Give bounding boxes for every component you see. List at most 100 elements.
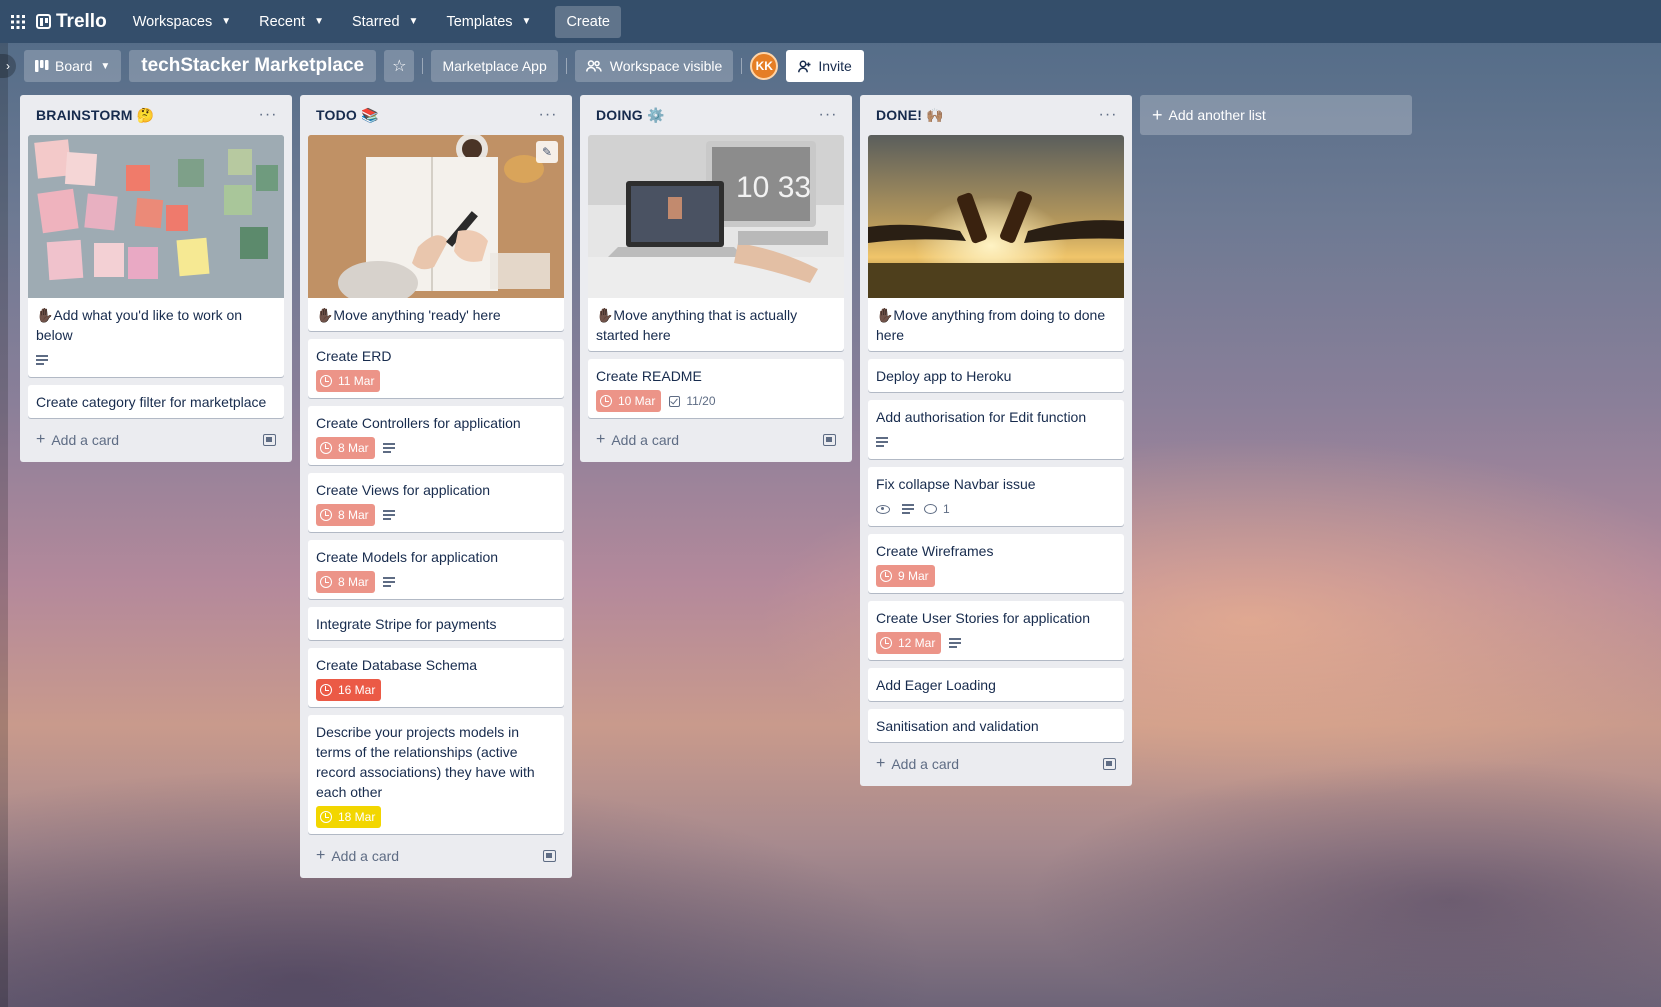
description-icon	[949, 638, 962, 648]
card-cover-notebook: ✎	[308, 135, 564, 298]
card[interactable]: Create Controllers for application 8 Mar	[308, 406, 564, 465]
header-divider	[741, 58, 743, 74]
due-date-badge[interactable]: 8 Mar	[316, 437, 375, 459]
visibility-button[interactable]: Workspace visible	[574, 50, 734, 82]
board-view-switcher[interactable]: Board ▼	[24, 50, 122, 82]
list-todo[interactable]: TODO 📚 ··· ✎ ✋🏿Move anything 'ready' her…	[300, 95, 572, 878]
add-list-button[interactable]: + Add another list	[1140, 95, 1412, 135]
card-badges: 10 Mar 11/20	[596, 390, 836, 412]
card[interactable]: Fix collapse Navbar issue 1	[868, 467, 1124, 526]
sidebar-expand-icon[interactable]: ›	[0, 54, 16, 78]
workspace-tag-button[interactable]: Marketplace App	[431, 50, 558, 82]
description-icon	[876, 437, 888, 447]
card[interactable]: Create ERD 11 Mar	[308, 339, 564, 398]
template-icon[interactable]	[1103, 758, 1116, 770]
clock-icon	[320, 684, 332, 696]
people-icon	[585, 60, 602, 72]
card-title: Create README	[596, 368, 702, 384]
create-button[interactable]: Create	[555, 5, 621, 38]
card-title: ✋🏿Add what you'd like to work on below	[36, 307, 243, 343]
card[interactable]: Create Database Schema 16 Mar	[308, 648, 564, 707]
card[interactable]: Deploy app to Heroku	[868, 359, 1124, 392]
more-icon[interactable]: ···	[816, 106, 840, 124]
card-badges: 1	[876, 498, 1116, 520]
more-icon[interactable]: ···	[536, 106, 560, 124]
card[interactable]: ✋🏿Add what you'd like to work on below	[28, 135, 284, 377]
due-date-badge[interactable]: 9 Mar	[876, 565, 935, 587]
card-title: Create Models for application	[316, 549, 499, 565]
template-icon[interactable]	[263, 434, 276, 446]
template-icon[interactable]	[823, 434, 836, 446]
add-card-button[interactable]: + Add a card	[28, 426, 284, 454]
starred-menu[interactable]: Starred ▼	[340, 6, 430, 38]
template-icon[interactable]	[543, 850, 556, 862]
more-icon[interactable]: ···	[256, 106, 280, 124]
add-card-label: Add a card	[891, 756, 960, 772]
card[interactable]: ✎ ✋🏿Move anything 'ready' here	[308, 135, 564, 331]
more-icon[interactable]: ···	[1096, 106, 1120, 124]
board-icon	[35, 60, 49, 72]
list-title[interactable]: BRAINSTORM 🤔	[36, 107, 154, 124]
header-divider	[422, 58, 424, 74]
card[interactable]: Create Wireframes 9 Mar	[868, 534, 1124, 593]
card[interactable]: Add authorisation for Edit function	[868, 400, 1124, 459]
list-brainstorm[interactable]: BRAINSTORM 🤔 ··· ✋🏿Add what you'd like t…	[20, 95, 292, 462]
due-date-badge[interactable]: 8 Mar	[316, 504, 375, 526]
due-date-badge[interactable]: 10 Mar	[596, 390, 662, 412]
recent-menu[interactable]: Recent ▼	[247, 6, 336, 38]
add-card-button[interactable]: + Add a card	[868, 750, 1124, 778]
due-date-badge[interactable]: 8 Mar	[316, 571, 375, 593]
list-title[interactable]: DONE! 🙌🏽	[876, 107, 944, 124]
invite-button[interactable]: Invite	[786, 50, 864, 82]
card[interactable]: ✋🏿Move anything from doing to done here	[868, 135, 1124, 351]
list-done[interactable]: DONE! 🙌🏽 ··· ✋🏿Move anything from doing …	[860, 95, 1132, 786]
card[interactable]: Integrate Stripe for payments	[308, 607, 564, 640]
card-badges	[876, 431, 1116, 453]
due-date: 9 Mar	[898, 569, 929, 583]
card[interactable]: 10 33 ✋🏿Move anything that is actually s…	[588, 135, 844, 351]
templates-menu[interactable]: Templates ▼	[434, 6, 543, 38]
due-date-badge[interactable]: 11 Mar	[316, 370, 381, 392]
due-date: 12 Mar	[898, 636, 936, 650]
due-date-badge[interactable]: 12 Mar	[876, 632, 942, 654]
description-icon	[36, 355, 48, 365]
recent-label: Recent	[259, 13, 306, 30]
list-title[interactable]: DOING ⚙️	[596, 107, 665, 124]
apps-grid-icon[interactable]	[6, 10, 30, 34]
add-list-label: Add another list	[1168, 107, 1266, 123]
star-board-button[interactable]: ☆	[384, 50, 415, 82]
list-doing[interactable]: DOING ⚙️ ··· 10 33 ✋🏿Move anything that …	[580, 95, 852, 462]
card-badges: 11 Mar	[316, 370, 556, 392]
board-title[interactable]: techStacker Marketplace	[129, 50, 377, 82]
sidebar-rail[interactable]	[0, 43, 8, 1007]
card[interactable]: Create category filter for marketplace	[28, 385, 284, 418]
starred-label: Starred	[351, 13, 400, 30]
add-card-button[interactable]: + Add a card	[588, 426, 844, 454]
card[interactable]: Describe your projects models in terms o…	[308, 715, 564, 834]
workspaces-menu[interactable]: Workspaces ▼	[121, 6, 243, 38]
trello-logo[interactable]: Trello	[36, 11, 107, 33]
avatar[interactable]: KK	[750, 52, 779, 80]
card[interactable]: Create Models for application 8 Mar	[308, 540, 564, 599]
card[interactable]: Create User Stories for application 12 M…	[868, 601, 1124, 660]
card[interactable]: Add Eager Loading	[868, 668, 1124, 701]
card[interactable]: Create README 10 Mar 11/20	[588, 359, 844, 418]
list-header[interactable]: DOING ⚙️ ···	[588, 95, 844, 135]
list-title[interactable]: TODO 📚	[316, 107, 379, 124]
list-header[interactable]: DONE! 🙌🏽 ···	[868, 95, 1124, 135]
checklist-count: 11/20	[686, 394, 716, 408]
header-divider	[565, 58, 567, 74]
due-date-badge[interactable]: 16 Mar	[316, 679, 382, 701]
clock-icon	[320, 576, 332, 588]
card[interactable]: Create Views for application 8 Mar	[308, 473, 564, 532]
list-header[interactable]: BRAINSTORM 🤔 ···	[28, 95, 284, 135]
due-date: 11 Mar	[338, 374, 375, 388]
list-header[interactable]: TODO 📚 ···	[308, 95, 564, 135]
pencil-icon[interactable]: ✎	[536, 141, 558, 163]
card[interactable]: Sanitisation and validation	[868, 709, 1124, 742]
card-badges: 12 Mar	[876, 632, 1116, 654]
add-card-button[interactable]: + Add a card	[308, 842, 564, 870]
clock-icon	[880, 570, 892, 582]
due-date-badge[interactable]: 18 Mar	[316, 806, 382, 828]
workspaces-label: Workspaces	[132, 13, 213, 30]
